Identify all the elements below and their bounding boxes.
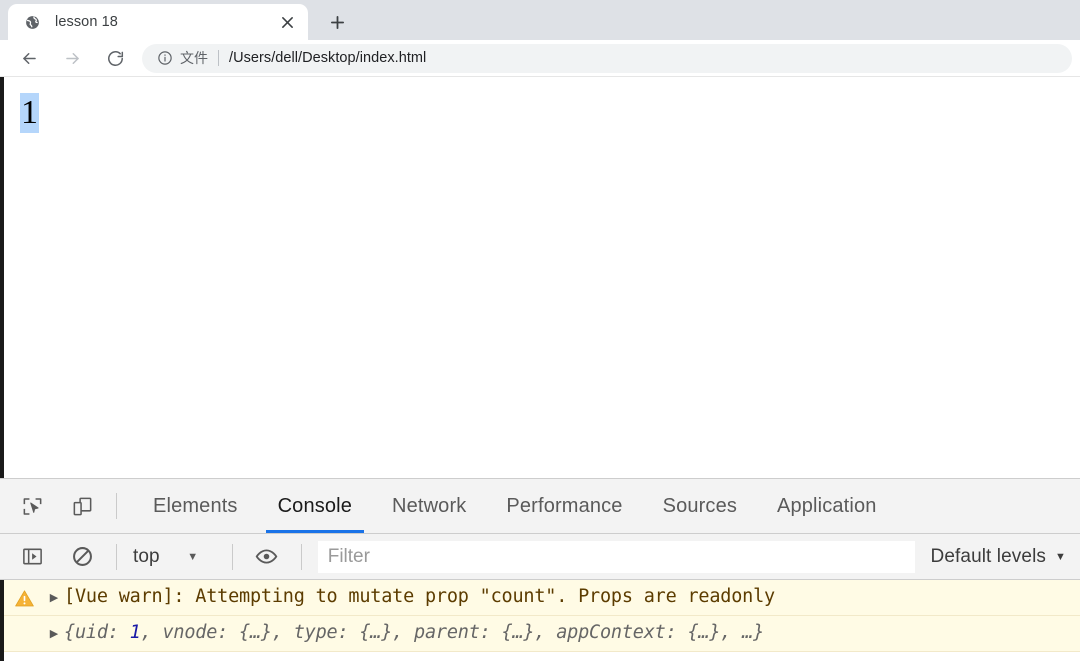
live-expression-eye-icon[interactable] xyxy=(249,539,285,575)
devtools-tabbar: Elements Console Network Performance Sou… xyxy=(0,479,1080,534)
object-uid-value: 1 xyxy=(129,621,141,643)
devtools-panel: Elements Console Network Performance Sou… xyxy=(0,478,1080,661)
browser-window: lesson 18 文件 /Users/dell/Desktop/index.h… xyxy=(0,0,1080,661)
counter-value: 1 xyxy=(20,93,39,134)
back-icon[interactable] xyxy=(14,43,44,73)
device-toolbar-icon[interactable] xyxy=(64,488,100,524)
tab-elements[interactable]: Elements xyxy=(133,479,258,533)
tab-sources[interactable]: Sources xyxy=(643,479,757,533)
browser-tab-lesson-18[interactable]: lesson 18 xyxy=(8,4,308,40)
console-toolbar-divider-1 xyxy=(116,543,117,570)
omnibox-divider xyxy=(218,50,219,66)
tab-performance[interactable]: Performance xyxy=(486,479,642,533)
devtools-tab-list: Elements Console Network Performance Sou… xyxy=(133,479,897,533)
execution-context-dropdown[interactable]: top ▼ xyxy=(133,546,216,568)
object-prefix: {uid: xyxy=(64,621,130,643)
tab-performance-label: Performance xyxy=(506,494,623,517)
chevron-down-icon: ▼ xyxy=(1055,550,1066,563)
expand-arrow-icon[interactable]: ▶ xyxy=(44,620,64,640)
browser-toolbar: 文件 /Users/dell/Desktop/index.html xyxy=(0,40,1080,77)
show-console-sidebar-icon[interactable] xyxy=(14,539,50,575)
console-toolbar-divider-3 xyxy=(300,543,302,570)
console-messages: ▶ [Vue warn]: Attempting to mutate prop … xyxy=(0,580,1080,661)
expand-arrow-icon[interactable]: ▶ xyxy=(44,584,64,604)
object-icon-spacer xyxy=(4,620,44,624)
tab-application-label: Application xyxy=(777,494,877,517)
close-icon[interactable] xyxy=(276,11,298,33)
tab-network[interactable]: Network xyxy=(372,479,486,533)
console-message-object[interactable]: ▶ {uid: 1, vnode: {…}, type: {…}, parent… xyxy=(4,615,1080,652)
console-message-warning[interactable]: ▶ [Vue warn]: Attempting to mutate prop … xyxy=(4,580,1080,616)
log-levels-dropdown[interactable]: Default levels ▼ xyxy=(931,546,1066,568)
tab-network-label: Network xyxy=(392,494,467,517)
tab-elements-label: Elements xyxy=(153,494,238,517)
globe-icon xyxy=(24,14,41,31)
chevron-down-icon: ▼ xyxy=(187,550,199,563)
tab-application[interactable]: Application xyxy=(757,479,897,533)
tab-console-label: Console xyxy=(277,494,353,517)
log-levels-label: Default levels xyxy=(930,545,1046,567)
new-tab-button[interactable] xyxy=(320,5,354,39)
console-toolbar: top ▼ Default levels ▼ xyxy=(0,534,1080,580)
tab-title: lesson 18 xyxy=(55,14,118,30)
filter-input[interactable] xyxy=(317,540,915,573)
warning-triangle-icon xyxy=(4,584,44,609)
tab-console[interactable]: Console xyxy=(258,479,372,533)
info-circle-icon[interactable] xyxy=(156,50,173,67)
console-toolbar-divider-2 xyxy=(231,543,233,570)
console-warning-text: [Vue warn]: Attempting to mutate prop "c… xyxy=(64,586,775,607)
reload-icon[interactable] xyxy=(100,43,130,73)
toolbar-divider xyxy=(116,493,117,519)
url-text: /Users/dell/Desktop/index.html xyxy=(229,50,427,66)
tab-strip: lesson 18 xyxy=(0,0,1080,40)
forward-icon[interactable] xyxy=(57,43,87,73)
page-content: 1 xyxy=(4,77,1080,134)
url-scheme-label: 文件 xyxy=(180,50,208,66)
object-suffix: , vnode: {…}, type: {…}, parent: {…}, ap… xyxy=(140,621,765,643)
tab-sources-label: Sources xyxy=(662,494,737,517)
console-object-preview: {uid: 1, vnode: {…}, type: {…}, parent: … xyxy=(64,620,1080,647)
page-viewport: 1 xyxy=(0,77,1080,478)
address-bar[interactable]: 文件 /Users/dell/Desktop/index.html xyxy=(142,43,1072,73)
execution-context-label: top xyxy=(133,545,160,567)
inspect-element-icon[interactable] xyxy=(14,488,50,524)
clear-console-icon[interactable] xyxy=(64,539,100,575)
